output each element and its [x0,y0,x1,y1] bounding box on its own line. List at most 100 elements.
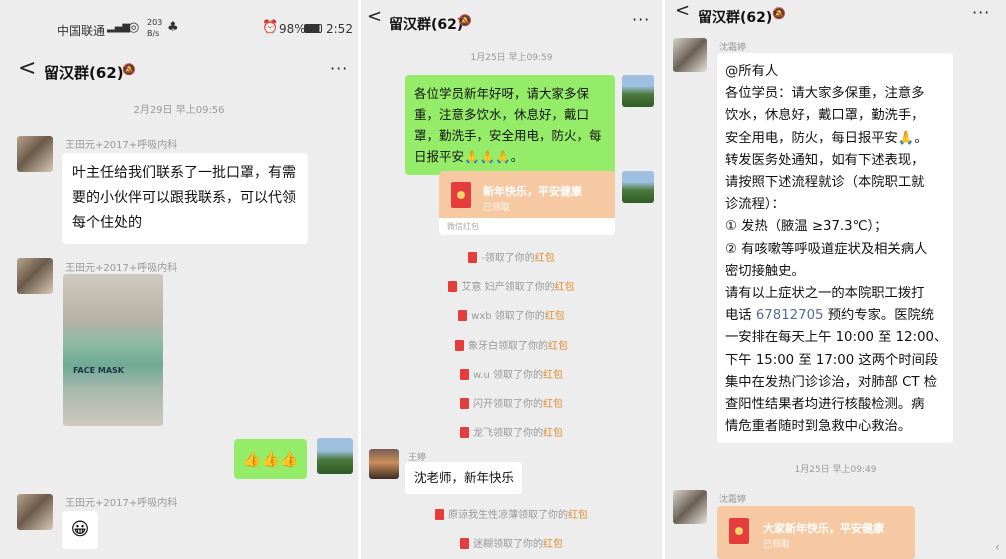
my-message-bubble[interactable]: 各位学员新年好呀，请大家多保重，注意多饮水，休息好，戴口罩，勤洗手，安全用电，防… [405,75,615,175]
red-packet-mini-icon [458,310,468,322]
announcement-line-text: 查阳性结果者均进行核酸检测。病 [725,397,925,413]
avatar[interactable] [673,490,707,524]
back-icon[interactable]: < [367,6,382,27]
back-icon[interactable]: < [18,56,36,81]
announcement-line: 各位学员：请大家多保重，注意多 [725,83,945,105]
red-packet-title: 大家新年快乐，平安健康 [763,522,884,535]
claim-text: 领取了你的 [489,369,543,381]
battery-percent: 98% [279,22,306,36]
net-speed: 203 [147,18,163,27]
chat-timestamp: 1月25日 早上09:49 [794,465,877,475]
more-options-icon[interactable]: ··· [972,3,990,22]
chat-title: 留汉群(62) [389,17,464,33]
announcement-bubble[interactable]: @所有人各位学员：请大家多保重，注意多 饮水，休息好，戴口罩，勤洗手， 安全用电，防… [717,53,953,443]
message-bubble[interactable]: 沈老师，新年快乐 [405,462,522,494]
avatar[interactable] [17,136,53,172]
wifi-icon: ◎ [128,20,140,35]
emoji-bubble[interactable]: 😀 [62,511,98,549]
announcement-line-text: ① 发热（腋温 ≥37.3℃）； [725,219,888,235]
red-packet[interactable]: 大家新年快乐，平安健康 已领取 [717,506,915,559]
announcement-line: 查阳性结果者均进行核酸检测。病 [725,394,945,416]
chat-header: < 留汉群(62) 🔕 ··· [0,50,358,92]
claim-notice: 龙飞领取了你的红包 [361,424,662,439]
signal-icon: ▂▄▆ [107,22,131,33]
message-bubble[interactable]: 叶主任给我们联系了一批口罩，有需要的小伙伴可以跟我联系，可以代领每个住处的 [62,153,308,244]
announcement-line-text: 情危重者随时到急救中心救治。 [725,419,912,435]
avatar[interactable] [369,449,399,479]
red-packet-mini-icon [468,252,478,263]
red-packet-status: 已领取 [763,540,791,550]
my-avatar[interactable] [622,75,654,107]
my-avatar[interactable] [317,438,353,474]
claimer-name: 原谅我生性凉薄 [448,510,518,521]
announcement-line-text: @所有人 [725,64,779,79]
announcement-line: 转发医务处通知，如有下述表现， [725,150,945,172]
red-packet-link[interactable]: 红包 [543,539,563,550]
announcement-line-text: 饮水，休息好，戴口罩，勤洗手， [725,108,925,124]
claim-text: 领取了你的 [493,399,543,410]
sender-name: 王田元+2017+呼吸内科 [65,140,178,151]
red-packet-link[interactable]: 红包 [548,341,568,352]
more-options-icon[interactable]: ··· [330,59,348,78]
claim-notice: 象牙白领取了你的红包 [361,337,662,352]
mute-icon: 🔕 [122,63,136,76]
chat-screenshot-2: < 留汉群(62) 🔕 ··· 1月25日 早上09:59 各位学员新年好呀，请… [361,0,662,559]
scroll-arrow-icon[interactable]: ‹ [995,540,1000,554]
claimer-name: 象牙白 [468,340,498,352]
phone-link[interactable]: 67812705 [752,308,824,323]
red-packet[interactable]: 新年快乐，平安健康 已领取 微信红包 [439,171,615,235]
red-packet-link[interactable]: 红包 [555,282,575,293]
battery-icon [304,24,322,33]
red-envelope-icon [729,518,749,544]
announcement-line-text: 预约专家。医院统 [823,308,935,324]
red-packet-mini-icon [460,538,469,549]
announcement-line: 饮水，休息好，戴口罩，勤洗手， [725,105,945,127]
red-packet-mini-icon [448,281,458,293]
sender-name: 王田元+2017+呼吸内科 [65,498,178,509]
red-packet-link[interactable]: 红包 [543,428,563,439]
chat-title: 留汉群(62) [698,10,773,26]
announcement-line-text: 各位学员：请大家多保重，注意多 [725,86,925,102]
claimer-name: 艾意 妇产 [461,282,505,294]
announcement-line-text: 请按照下述流程就诊（本院职工就 [725,175,925,191]
announcement-line: @所有人 [725,61,945,83]
red-packet-link[interactable]: 红包 [568,510,588,521]
back-icon[interactable]: < [675,0,690,21]
announcement-line-text: 电话 [725,308,752,324]
carrier-label: 中国联通 [57,24,106,38]
more-options-icon[interactable]: ··· [632,10,650,29]
avatar[interactable] [17,494,53,530]
claimer-name: 闪开 [473,399,493,410]
sender-name: 沈霜婷 [719,43,747,53]
clock: 2:52 [326,22,353,36]
announcement-line-text: 下午 15:00 至 17:00 这两个时间段 [725,352,939,368]
mute-icon: 🔕 [458,14,472,27]
announcement-line-text: 集中在发热门诊诊治，对肺部 CT 检 [725,374,938,390]
announcement-line: 安全用电，防火，每日报平安🙏。 [725,128,945,150]
red-packet-mini-icon [460,368,470,380]
red-packet-link[interactable]: 红包 [543,399,563,410]
red-packet-mini-icon [460,427,469,439]
announcement-line-text: 请有以上症状之一的本院职工拨打 [725,286,925,302]
chat-timestamp: 1月25日 早上09:59 [470,53,553,63]
avatar[interactable] [673,38,707,72]
red-packet-mini-icon [435,509,444,520]
red-packet-link[interactable]: 红包 [535,253,555,264]
my-message-bubble[interactable]: 👍👍👍 [234,439,307,479]
claim-text: 领取了你的 [491,311,545,323]
red-packet-link[interactable]: 红包 [545,311,565,322]
my-avatar[interactable] [622,171,654,203]
net-unit: B/s [147,29,160,38]
claim-notice: 闪开领取了你的红包 [361,395,662,410]
announcement-line-text: 密切接触史。 [725,263,805,279]
red-packet-mini-icon [460,398,469,409]
mask-box-image[interactable]: FACE MASK [63,274,163,426]
claimer-name: 迷糊 [473,539,493,550]
avatar[interactable] [17,258,53,294]
announcement-line: 诊流程）： [725,194,945,216]
sender-name: 沈霜婷 [719,495,747,505]
red-packet-link[interactable]: 红包 [543,370,563,381]
announcement-line-text: ② 有咳嗽等呼吸道症状及相关病人 [725,241,928,257]
announcement-line: ② 有咳嗽等呼吸道症状及相关病人 [725,239,945,261]
claim-text: 领取了你的 [498,340,548,352]
